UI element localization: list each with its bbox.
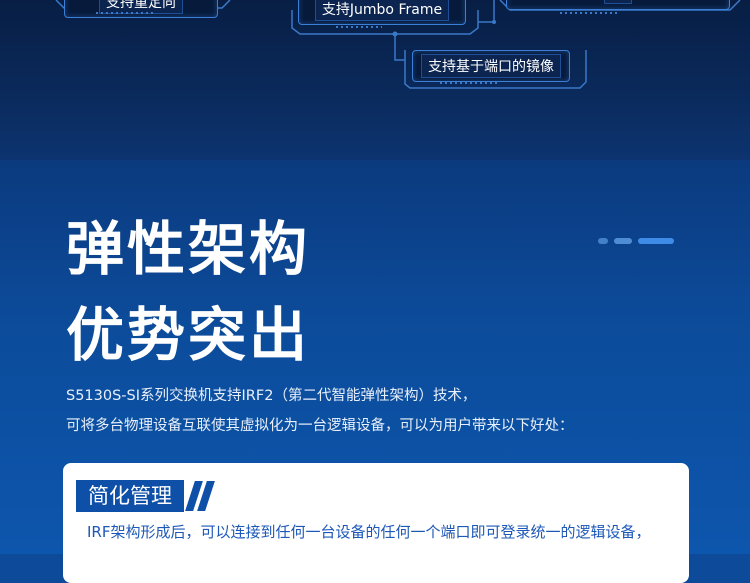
card-title: 简化管理 [76,480,184,512]
feature-tag-label: 支持Jumbo Frame [314,0,450,21]
feature-tag-label: 支持基于端口的镜像 [421,54,561,78]
tick-marks [96,12,156,14]
tick-marks [336,26,382,28]
pagination-dot [614,238,632,244]
card-body-text: IRF架构形成后，可以连接到任何一台设备的任何一个端口即可登录统一的逻辑设备， [87,523,651,541]
feature-diagram-banner: 支持重定向 支持Jumbo Frame 支持基于端口的镜像 — [0,0,750,160]
feature-tag-redirect: 支持重定向 [64,0,218,18]
intro-line-1: S5130S-SI系列交换机支持IRF2（第二代智能弹性架构）技术， [66,388,477,404]
pagination-dot-active [638,238,674,244]
headline-line-1: 弹性架构 [66,215,311,283]
headline-line-2: 优势突出 [66,301,311,369]
feature-tag-jumbo-frame: 支持Jumbo Frame [298,0,466,25]
pagination-dot [598,238,608,244]
feature-tag-port-mirror: 支持基于端口的镜像 [412,50,570,82]
tick-marks [440,82,500,84]
tick-marks [560,12,618,14]
intro-line-2: 可将多台物理设备互联使其虚拟化为一台逻辑设备，可以为用户带来以下好处： [66,418,574,434]
benefit-card-simplified-management: 简化管理 IRF架构形成后，可以连接到任何一台设备的任何一个端口即可登录统一的逻… [63,463,689,583]
feature-tag-right: — [506,0,730,10]
pagination-dots [598,238,674,244]
card-title-block: 简化管理 [76,480,215,512]
